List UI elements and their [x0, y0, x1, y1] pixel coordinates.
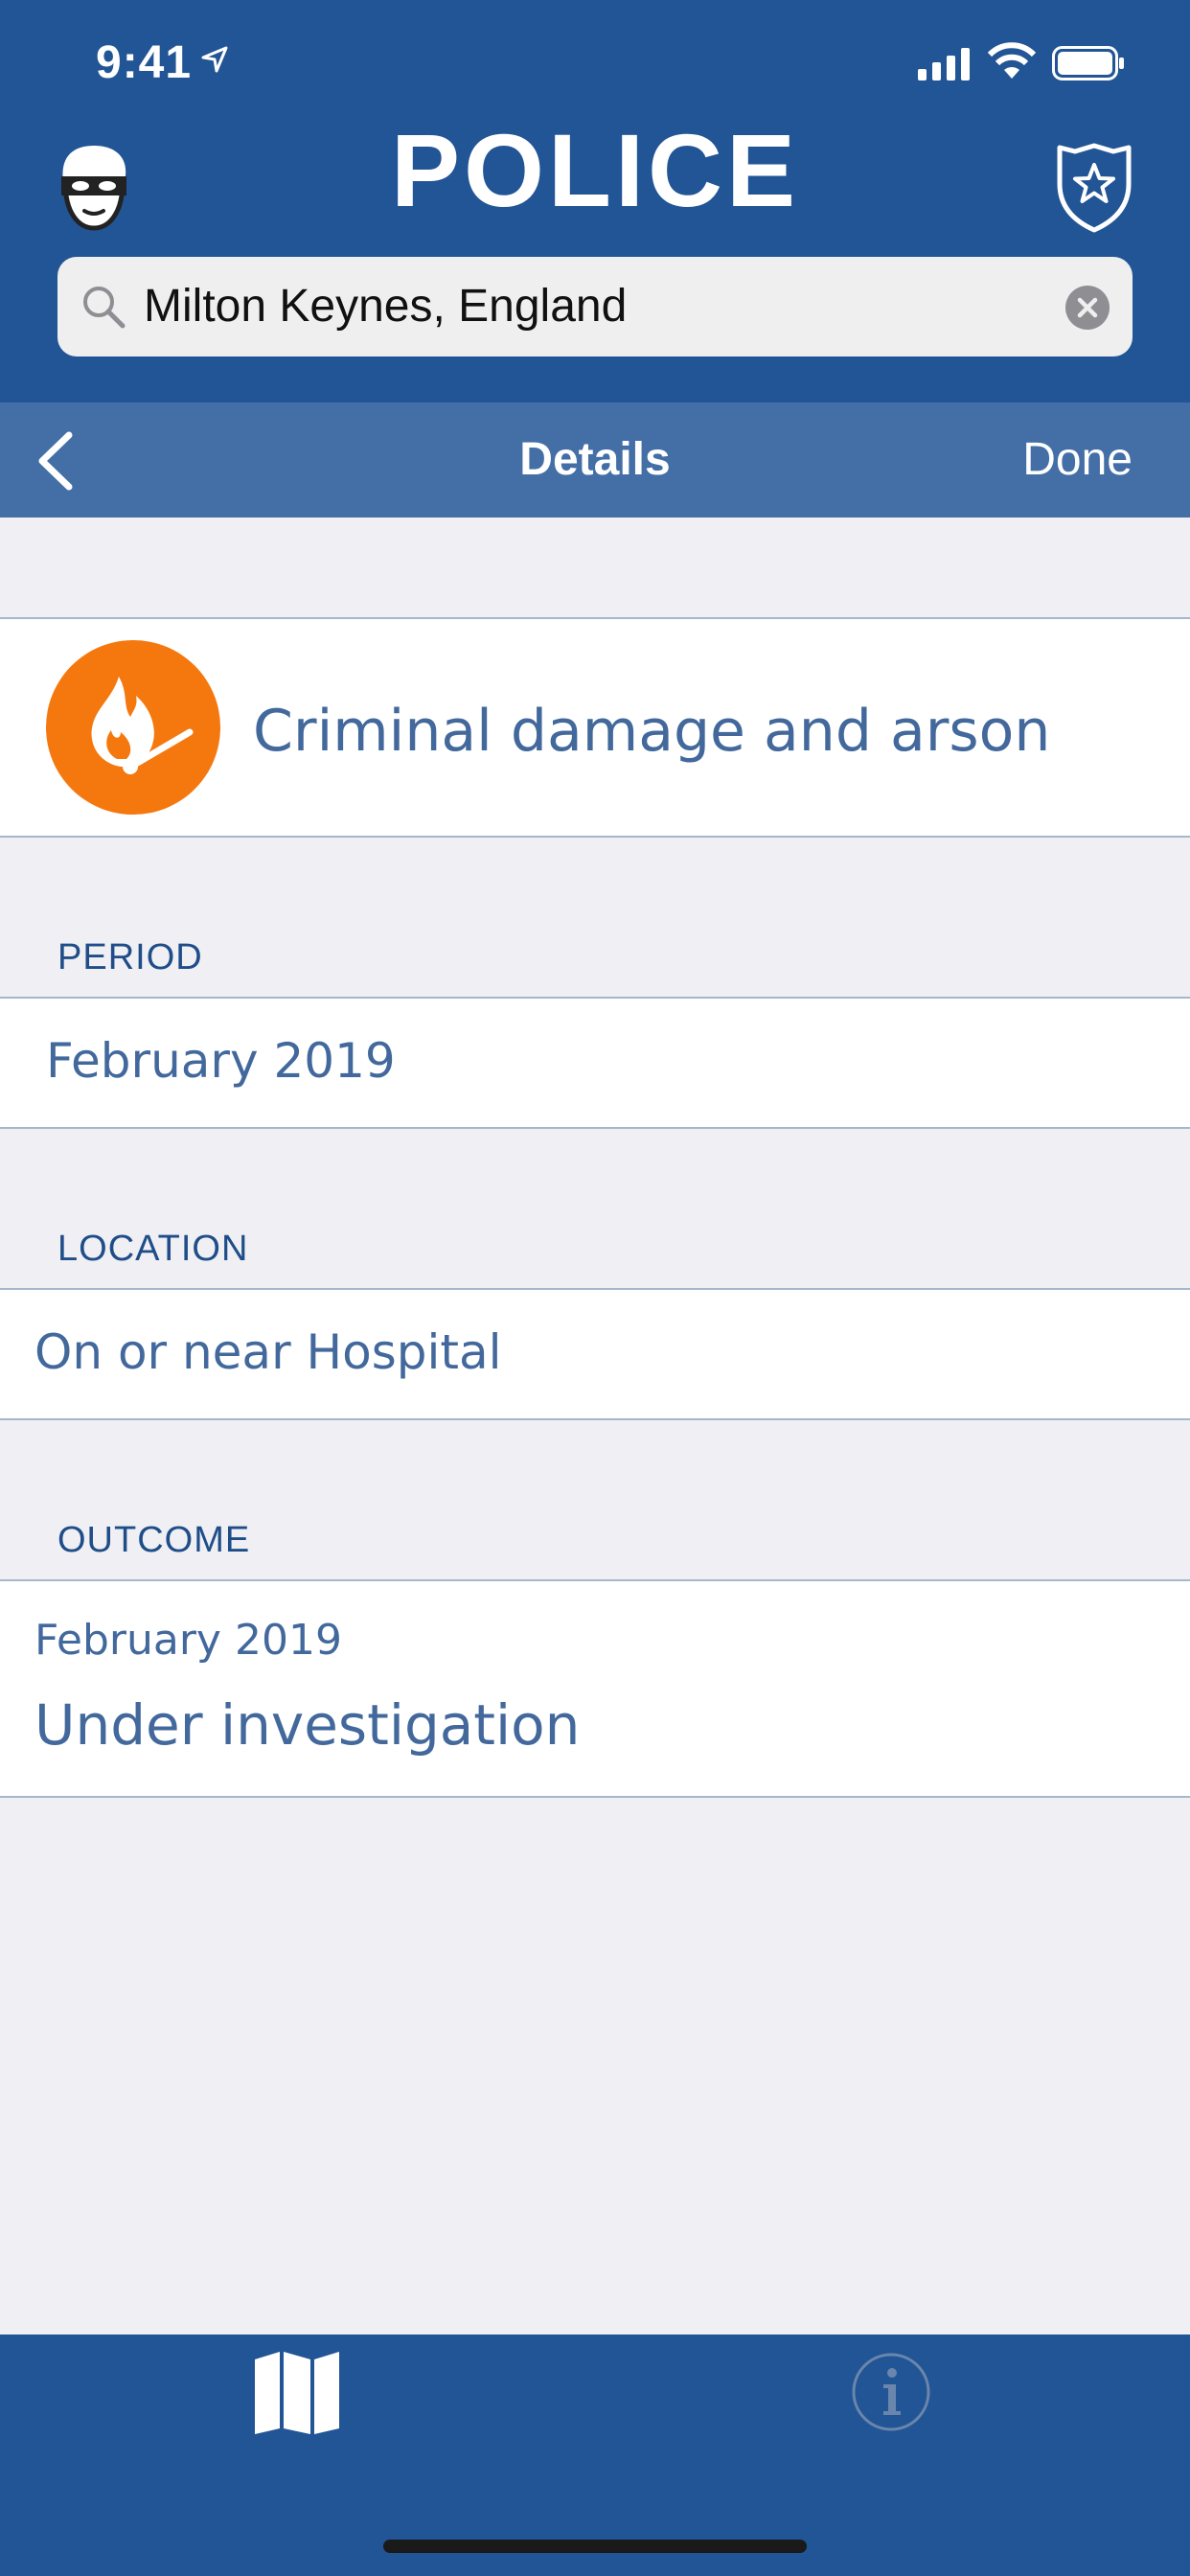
crime-category-cell: Criminal damage and arson — [0, 617, 1190, 838]
period-section-header: PERIOD — [57, 937, 203, 978]
outcome-cell: February 2019 Under investigation — [0, 1579, 1190, 1798]
outcome-date: February 2019 — [34, 1616, 342, 1665]
thief-icon[interactable] — [56, 144, 132, 232]
clear-search-icon[interactable] — [1065, 286, 1110, 330]
back-chevron-icon[interactable] — [34, 431, 77, 491]
search-icon — [83, 287, 126, 329]
nav-title: Details — [519, 434, 671, 485]
home-indicator — [383, 2540, 807, 2553]
outcome-status: Under investigation — [34, 1692, 581, 1758]
map-icon[interactable] — [253, 2348, 341, 2436]
location-section-header: LOCATION — [57, 1229, 249, 1269]
wifi-icon — [987, 42, 1037, 79]
outcome-section-header: OUTCOME — [57, 1520, 251, 1560]
period-value: February 2019 — [46, 1033, 396, 1089]
info-icon[interactable] — [851, 2352, 931, 2432]
app-header: 9:41 POLICE Milton Keynes, England — [0, 0, 1190, 402]
location-value: On or near Hospital — [34, 1324, 502, 1380]
search-input[interactable]: Milton Keynes, England — [144, 280, 627, 334]
burning-match-icon — [46, 640, 220, 815]
battery-icon — [1052, 46, 1124, 80]
status-time: 9:41 — [96, 37, 193, 88]
police-badge-icon[interactable] — [1054, 142, 1134, 234]
done-button[interactable]: Done — [1022, 402, 1133, 518]
navigation-bar: Details Done — [0, 402, 1190, 518]
location-arrow-icon — [201, 46, 228, 73]
app-title: POLICE — [390, 112, 800, 228]
cellular-signal-icon — [918, 48, 970, 80]
search-bar[interactable]: Milton Keynes, England — [57, 257, 1133, 356]
location-cell: On or near Hospital — [0, 1288, 1190, 1420]
crime-category-label: Criminal damage and arson — [253, 698, 1051, 765]
period-cell: February 2019 — [0, 997, 1190, 1129]
